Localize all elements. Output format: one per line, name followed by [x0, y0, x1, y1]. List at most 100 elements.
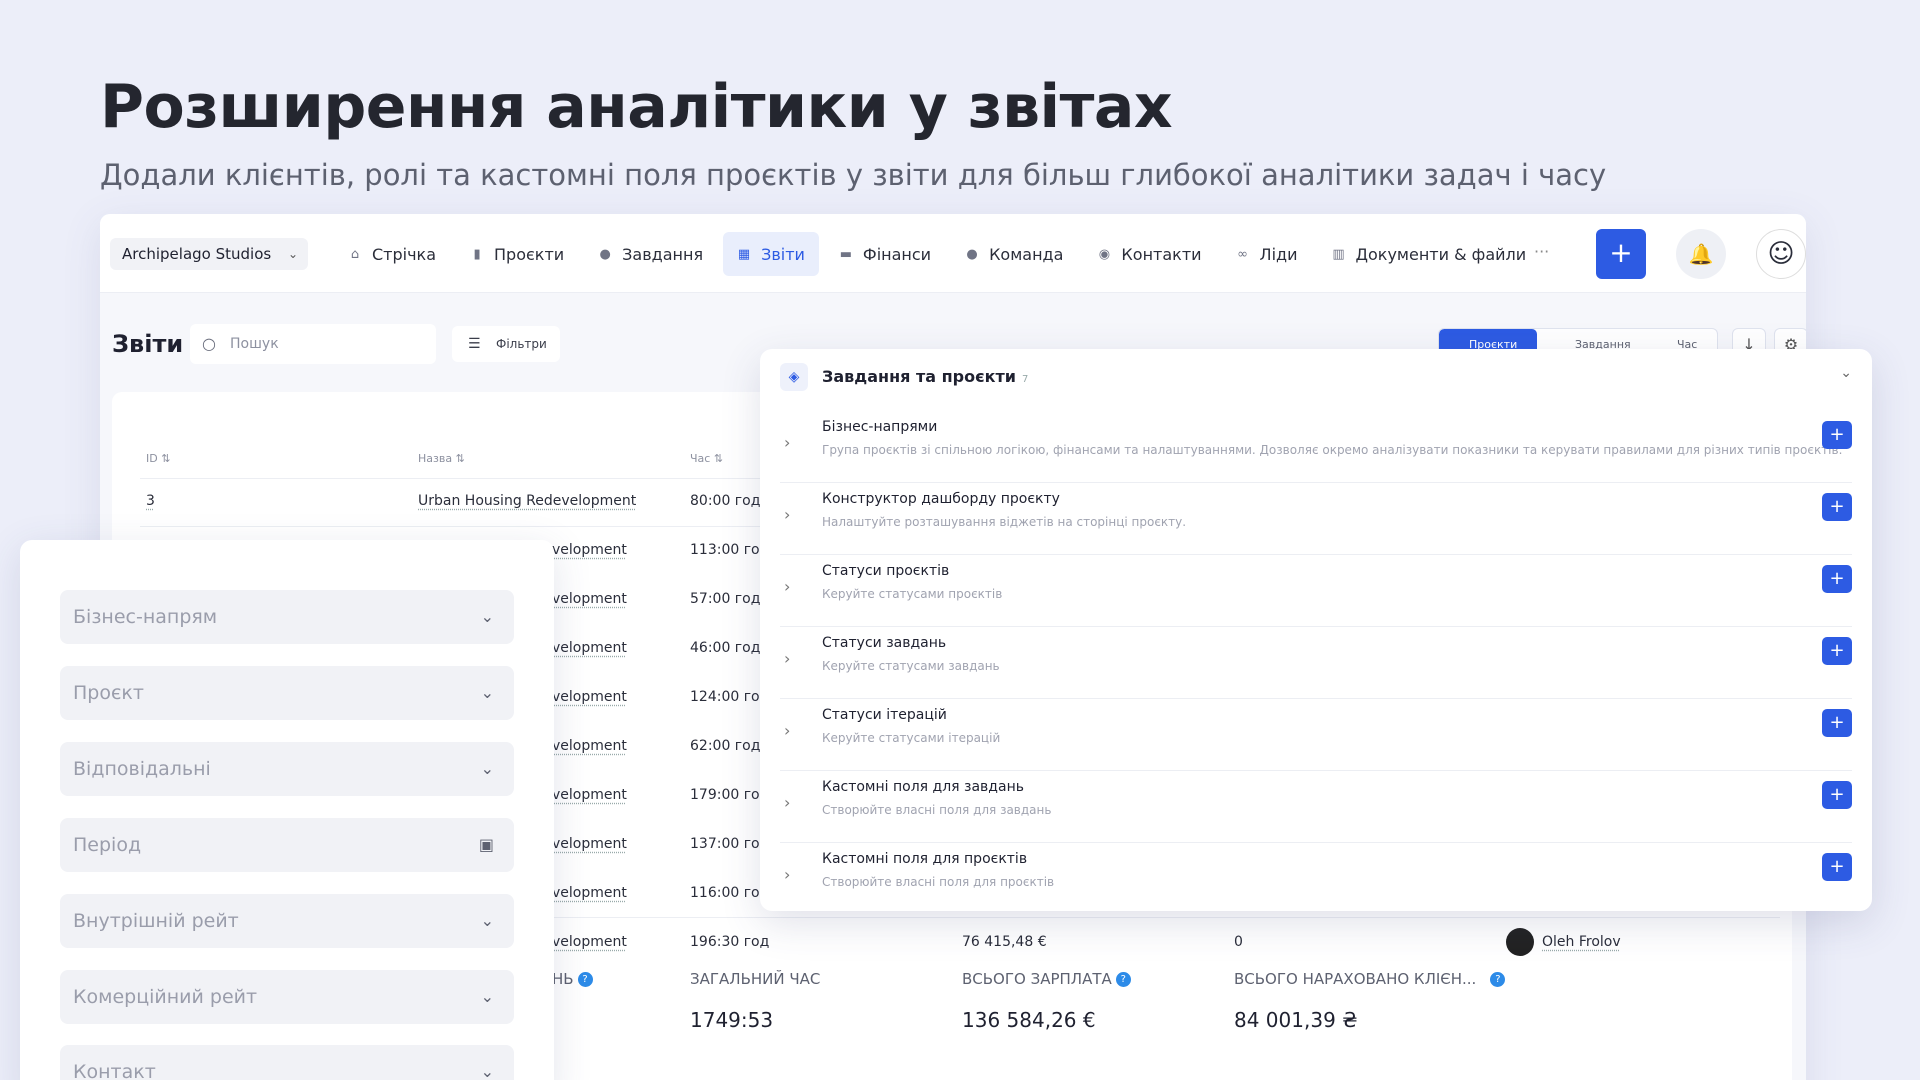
chart-icon: ▦ [737, 246, 751, 262]
select-label: Проєкт [73, 682, 144, 704]
add-button[interactable]: + [1822, 565, 1852, 593]
row-time: 113:00 год [690, 542, 770, 558]
link-icon: ∞ [1237, 246, 1248, 262]
row-title: Статуси ітерацій [822, 707, 947, 723]
hero-title: Розширення аналітики у звітах [100, 72, 1173, 142]
column-header-name[interactable]: Назва ⇅ [418, 452, 465, 465]
row-name[interactable]: velopment [552, 787, 627, 803]
contact-select[interactable]: Контакт ⌄ [60, 1045, 514, 1080]
settings-row-dashboard-builder[interactable]: › Конструктор дашборду проєкту Налаштуйте … [780, 483, 1852, 555]
select-label: Комерційний рейт [73, 986, 258, 1008]
settings-row-business-directions[interactable]: › Бізнес-напрями Група проєктів зі спільно… [780, 411, 1852, 483]
user-icon: ● [966, 246, 978, 262]
add-button[interactable]: + [1822, 637, 1852, 665]
total-label: ЗАГАЛЬНИЙ ЧАС [690, 970, 821, 988]
add-button[interactable]: + [1822, 493, 1852, 521]
chevron-right-icon[interactable]: › [784, 721, 790, 740]
row-name[interactable]: velopment [552, 591, 627, 607]
assignees-select[interactable]: Відповідальні ⌄ [60, 742, 514, 796]
chevron-down-icon: ⌄ [480, 759, 494, 778]
row-id[interactable]: 3 [146, 493, 155, 509]
nav-item-contacts[interactable]: ◉ Контакти [1083, 232, 1215, 276]
total-value: 136 584,26 € [962, 1008, 1096, 1032]
chevron-right-icon[interactable]: › [784, 865, 790, 884]
nav-item-projects[interactable]: ▮ Проєкти [456, 232, 578, 276]
settings-row-task-statuses[interactable]: › Статуси завдань Керуйте статусами завдан… [780, 627, 1852, 699]
total-label: ВСЬОГО НАРАХОВАНО КЛІЄН...? [1234, 970, 1506, 988]
page-title: Звіти [112, 330, 184, 358]
check-circle-icon: ● [599, 246, 611, 262]
home-icon: ⌂ [350, 246, 360, 262]
add-button[interactable]: + [1822, 709, 1852, 737]
row-title: Кастомні поля для проєктів [822, 851, 1028, 867]
add-button[interactable]: + [1822, 853, 1852, 881]
row-name[interactable]: velopment [552, 885, 627, 901]
add-button[interactable]: + [1822, 421, 1852, 449]
internal-rate-select[interactable]: Внутрішній рейт ⌄ [60, 894, 514, 948]
nav-item-finance[interactable]: ▬ Фінанси [825, 232, 945, 276]
filters-button[interactable]: ☰ Фільтри [452, 326, 560, 362]
row-name[interactable]: velopment [552, 640, 627, 656]
row-name[interactable]: Urban Housing Redevelopment [418, 493, 636, 509]
add-button[interactable]: + [1596, 229, 1646, 279]
row-name[interactable]: velopment [552, 836, 627, 852]
settings-row-task-custom-fields[interactable]: › Кастомні поля для завдань Створюйте влас… [780, 771, 1852, 843]
chevron-right-icon[interactable]: › [784, 793, 790, 812]
add-button[interactable]: + [1822, 781, 1852, 809]
workspace-name: Archipelago Studios [122, 245, 272, 263]
nav-label: Стрічка [372, 244, 437, 264]
nav-label: Команда [989, 244, 1064, 264]
column-header-id[interactable]: ID ⇅ [146, 452, 170, 465]
row-salary: 76 415,48 € [962, 934, 1047, 950]
project-select[interactable]: Проєкт ⌄ [60, 666, 514, 720]
row-time: 116:00 год [690, 885, 770, 901]
nav-item-reports[interactable]: ▦ Звіти [723, 232, 819, 276]
row-title: Статуси завдань [822, 635, 947, 651]
search-icon: ○ [202, 334, 216, 353]
commercial-rate-select[interactable]: Комерційний рейт ⌄ [60, 970, 514, 1024]
filters-label: Фільтри [496, 337, 547, 351]
select-label: Бізнес-напрям [73, 606, 218, 628]
row-description: Керуйте статусами ітерацій [822, 731, 1001, 745]
column-header-time[interactable]: Час ⇅ [690, 452, 723, 465]
help-icon[interactable]: ? [577, 972, 593, 987]
book-icon: ▥ [1332, 246, 1345, 262]
nav-item-leads[interactable]: ∞ Ліди [1222, 232, 1312, 276]
row-name[interactable]: velopment [552, 689, 627, 705]
chevron-down-icon[interactable]: ⌄ [1840, 365, 1852, 381]
sliders-icon: ☰ [468, 336, 481, 352]
hero-subtitle: Додали клієнтів, ролі та кастомні поля п… [100, 158, 1607, 192]
row-time: 124:00 год [690, 689, 770, 705]
business-direction-select[interactable]: Бізнес-напрям ⌄ [60, 590, 514, 644]
settings-row-project-custom-fields[interactable]: › Кастомні поля для проєктів Створюйте вла… [780, 843, 1852, 915]
row-name[interactable]: velopment [552, 542, 627, 558]
main-nav: ⌂ Стрічка ▮ Проєкти ● Завдання ▦ Звіти ▬ Фіна… [334, 232, 1540, 276]
settings-row-project-statuses[interactable]: › Статуси проєктів Керуйте статусами проєк… [780, 555, 1852, 627]
more-menu-button[interactable]: ··· [1534, 232, 1549, 276]
workspace-selector[interactable]: Archipelago Studios ⌄ [110, 238, 308, 270]
row-user[interactable]: Oleh Frolov [1506, 928, 1621, 956]
help-icon[interactable]: ? [1115, 972, 1131, 987]
nav-item-feed[interactable]: ⌂ Стрічка [334, 232, 450, 276]
chevron-right-icon[interactable]: › [784, 433, 790, 452]
chevron-down-icon: ⌄ [480, 987, 494, 1006]
row-name[interactable]: velopment [552, 934, 627, 950]
settings-row-iteration-statuses[interactable]: › Статуси ітерацій Керуйте статусами ітера… [780, 699, 1852, 771]
help-icon[interactable]: ? [1490, 972, 1506, 987]
search-input[interactable]: ○ Пошук [190, 324, 436, 364]
top-navigation-bar: Archipelago Studios ⌄ ⌂ Стрічка ▮ Проєкти ●… [100, 214, 1806, 293]
total-value: 1749:53 [690, 1008, 774, 1032]
nav-item-team[interactable]: ● Команда [951, 232, 1077, 276]
nav-item-documents[interactable]: ▥ Документи & файли [1317, 232, 1540, 276]
document-icon: ▮ [473, 246, 481, 262]
row-name[interactable]: velopment [552, 738, 627, 754]
settings-panel-title: Завдання та проєкти 7 [822, 367, 1029, 386]
notifications-bell-icon[interactable]: 🔔 [1676, 229, 1726, 279]
period-date-field[interactable]: Період ▣ [60, 818, 514, 872]
chevron-right-icon[interactable]: › [784, 505, 790, 524]
nav-item-tasks[interactable]: ● Завдання [584, 232, 717, 276]
chevron-right-icon[interactable]: › [784, 577, 790, 596]
user-avatar[interactable]: ☺ [1756, 229, 1806, 279]
chevron-right-icon[interactable]: › [784, 649, 790, 668]
calendar-icon: ▣ [478, 835, 494, 854]
